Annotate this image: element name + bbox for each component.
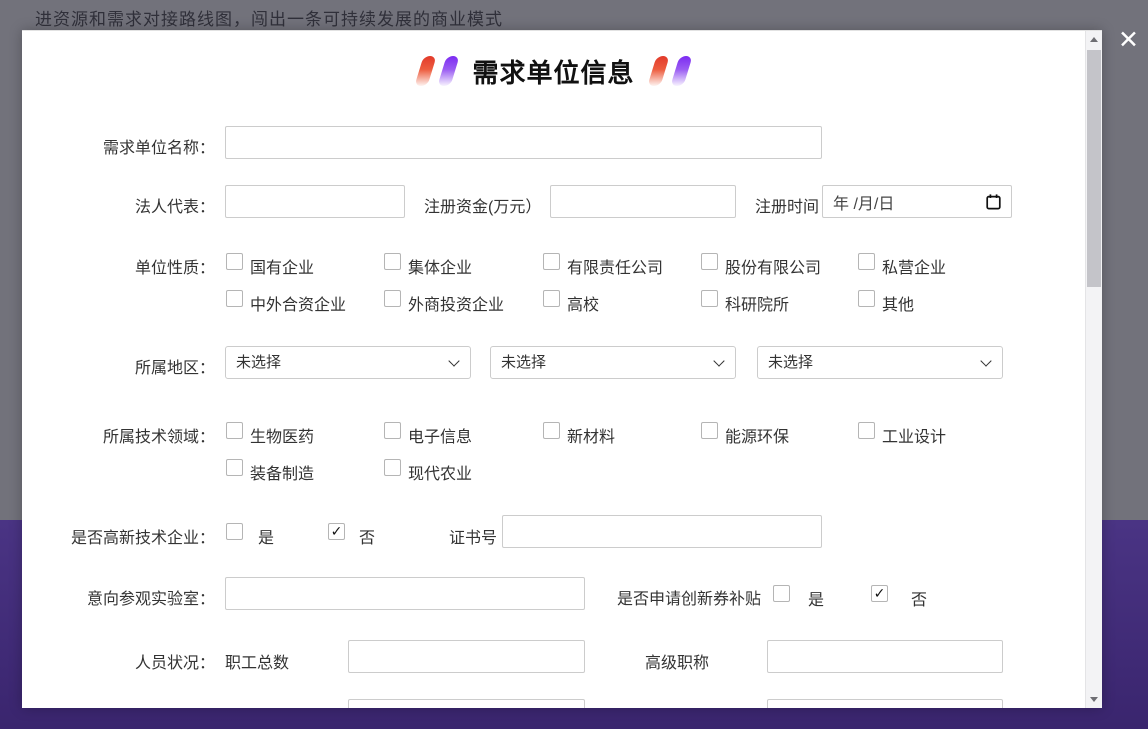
checkbox-tech-field-5[interactable] (226, 459, 243, 476)
cert-number-label: 证书号 (449, 524, 497, 548)
checkbox-voucher-no[interactable]: ✓ (871, 585, 888, 602)
checkbox-hitech-yes[interactable] (226, 523, 243, 540)
region-select-province-control[interactable]: 未选择 (225, 346, 471, 379)
personnel-label: 人员状况： (45, 649, 215, 673)
checkbox-label: 工业设计 (882, 423, 946, 447)
arrow-down-icon (1090, 697, 1098, 702)
checkbox-tech-field-1[interactable] (384, 422, 401, 439)
checkbox-label: 中外合资企业 (250, 291, 346, 315)
checkbox-unit-nature-8[interactable] (701, 290, 718, 307)
reg-time-date-input[interactable]: 年 /月/日 (822, 185, 1012, 218)
checkbox-unit-nature-5[interactable] (226, 290, 243, 307)
checkbox-label: 其他 (882, 291, 914, 315)
reg-capital-input[interactable] (550, 185, 736, 218)
checkbox-label: 现代农业 (408, 460, 472, 484)
unit-name-label: 需求单位名称： (45, 134, 215, 158)
tech-field-label: 所属技术领域： (45, 423, 215, 447)
arrow-up-icon (1090, 37, 1098, 42)
checkbox-label: 装备制造 (250, 460, 314, 484)
reg-time-label: 注册时间 (755, 193, 819, 217)
checkbox-label: 否 (911, 586, 927, 610)
checkbox-tech-field-6[interactable] (384, 459, 401, 476)
region-select-province: 未选择 (225, 346, 471, 379)
scrollbar-thumb[interactable] (1087, 50, 1101, 287)
check-icon: ✓ (331, 523, 343, 539)
checkbox-label: 生物医药 (250, 423, 314, 447)
checkbox-label: 是 (258, 524, 274, 548)
total-staff-input[interactable] (348, 640, 585, 673)
checkbox-label: 外商投资企业 (408, 291, 504, 315)
checkbox-hitech-no[interactable]: ✓ (328, 523, 345, 540)
checkbox-tech-field-4[interactable] (858, 422, 875, 439)
checkbox-label: 能源环保 (725, 423, 789, 447)
checkbox-label: 电子信息 (408, 423, 472, 447)
modal-title-row: 需求单位信息 (22, 53, 1085, 89)
scrollbar-up-button[interactable] (1086, 31, 1102, 48)
legal-rep-input[interactable] (225, 185, 405, 218)
lab-visit-label: 意向参观实验室： (45, 585, 215, 609)
voucher-label: 是否申请创新券补贴 (617, 585, 761, 609)
unit-name-input[interactable] (225, 126, 822, 159)
next-row-input-1[interactable] (348, 699, 585, 708)
checkbox-label: 私营企业 (882, 254, 946, 278)
slash-accent-icon (438, 56, 460, 86)
slash-accent-icon (415, 56, 437, 86)
checkbox-label: 新材料 (567, 423, 615, 447)
checkbox-unit-nature-3[interactable] (701, 253, 718, 270)
cert-number-input[interactable] (502, 515, 822, 548)
checkbox-unit-nature-2[interactable] (543, 253, 560, 270)
slash-accent-icon (670, 56, 692, 86)
reg-capital-label: 注册资金(万元） (424, 193, 541, 217)
demand-unit-info-modal: 需求单位信息 需求单位名称： 法人代表： 注册资金(万元） 注册时间 年 /月/… (22, 30, 1102, 708)
total-staff-label: 职工总数 (225, 649, 289, 673)
region-label: 所属地区： (45, 354, 215, 378)
checkbox-label: 国有企业 (250, 254, 314, 278)
calendar-icon (986, 194, 1001, 210)
checkbox-unit-nature-4[interactable] (858, 253, 875, 270)
region-select-district: 未选择 (757, 346, 1003, 379)
close-icon[interactable]: ✕ (1118, 28, 1139, 53)
checkbox-unit-nature-0[interactable] (226, 253, 243, 270)
checkbox-label: 集体企业 (408, 254, 472, 278)
next-row-input-2[interactable] (767, 699, 1003, 708)
slash-accent-icon (647, 56, 669, 86)
modal-title: 需求单位信息 (472, 53, 634, 90)
scrollbar-down-button[interactable] (1086, 691, 1102, 708)
checkbox-tech-field-0[interactable] (226, 422, 243, 439)
checkbox-label: 否 (359, 524, 375, 548)
checkbox-label: 高校 (567, 291, 599, 315)
checkbox-label: 是 (808, 586, 824, 610)
region-select-city-control[interactable]: 未选择 (490, 346, 736, 379)
checkbox-voucher-yes[interactable] (773, 585, 790, 602)
senior-title-input[interactable] (767, 640, 1003, 673)
checkbox-tech-field-3[interactable] (701, 422, 718, 439)
lab-visit-input[interactable] (225, 577, 585, 610)
hitech-label: 是否高新技术企业： (45, 524, 215, 548)
checkbox-tech-field-2[interactable] (543, 422, 560, 439)
senior-title-label: 高级职称 (645, 649, 709, 673)
unit-nature-label: 单位性质： (45, 254, 215, 278)
modal-scrollbar[interactable] (1085, 31, 1102, 708)
checkbox-unit-nature-9[interactable] (858, 290, 875, 307)
checkbox-label: 科研院所 (725, 291, 789, 315)
checkbox-label: 有限责任公司 (567, 254, 663, 278)
region-select-district-control[interactable]: 未选择 (757, 346, 1003, 379)
legal-rep-label: 法人代表： (45, 193, 215, 217)
date-placeholder: 年 /月/日 (833, 190, 894, 214)
check-icon: ✓ (874, 585, 886, 601)
checkbox-label: 股份有限公司 (725, 254, 821, 278)
region-select-city: 未选择 (490, 346, 736, 379)
checkbox-unit-nature-6[interactable] (384, 290, 401, 307)
background-page-text: 进资源和需求对接路线图，闯出一条可持续发展的商业模式 (35, 5, 503, 30)
checkbox-unit-nature-1[interactable] (384, 253, 401, 270)
checkbox-unit-nature-7[interactable] (543, 290, 560, 307)
